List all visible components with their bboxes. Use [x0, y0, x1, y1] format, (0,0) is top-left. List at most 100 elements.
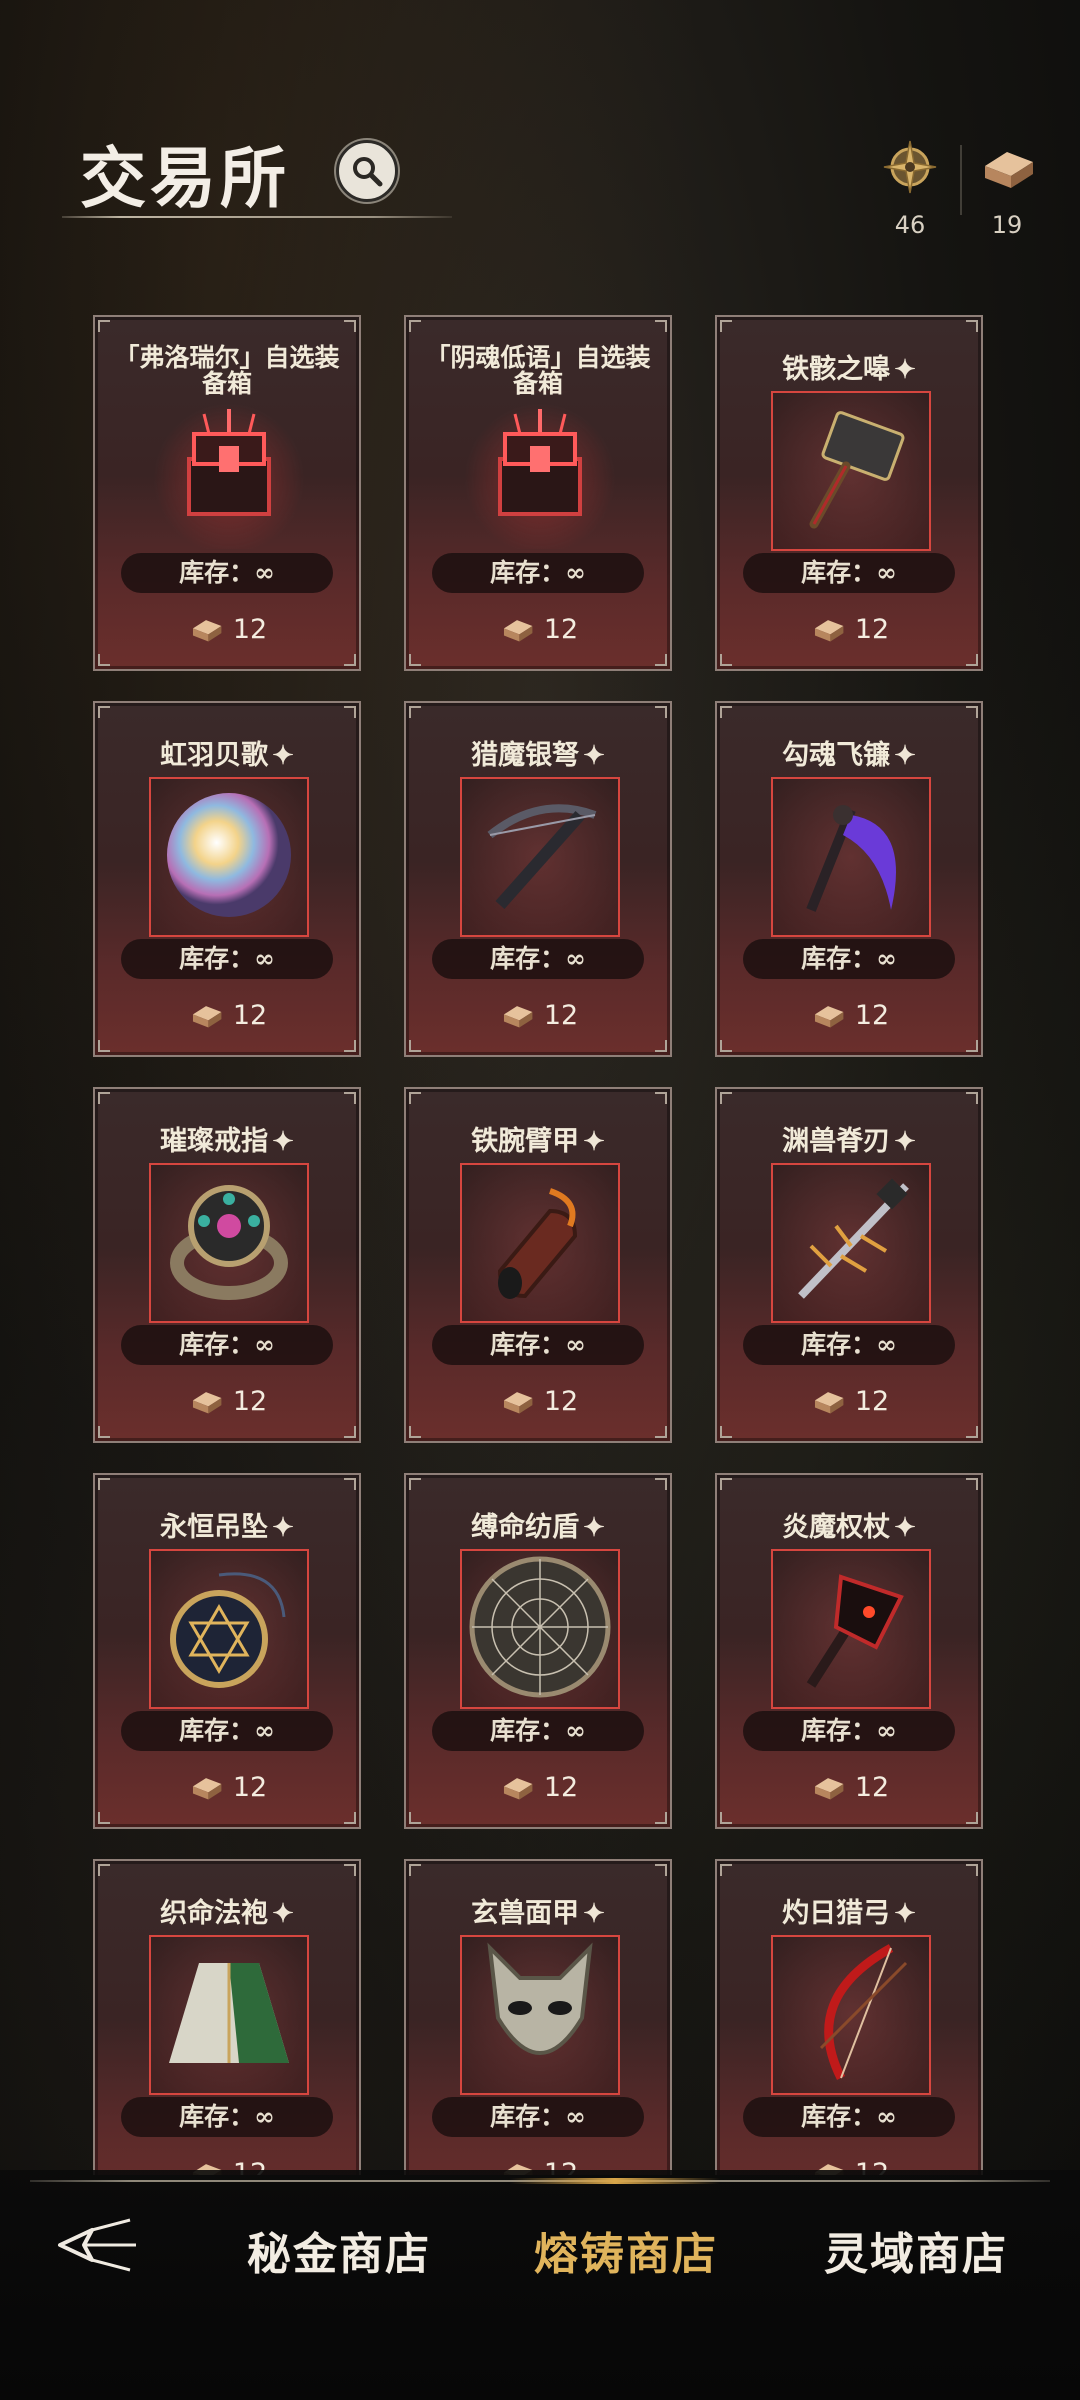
card-corner: [409, 1040, 421, 1052]
shop-item-card[interactable]: 铁腕臂甲 ✦ 库存：∞ 12: [404, 1087, 672, 1443]
bronze-ingot-icon: [503, 1778, 533, 1800]
card-corner: [344, 320, 356, 332]
search-icon: [353, 157, 383, 187]
sparkle-icon: ✦: [272, 1899, 294, 1929]
tab-rongzhu-shop[interactable]: 熔铸商店: [534, 2218, 718, 2282]
item-stock: 库存：∞: [121, 1711, 333, 1751]
shop-item-card[interactable]: 「弗洛瑞尔」自选装备箱 库存：∞ 12: [93, 315, 361, 671]
tab-mijin-shop[interactable]: 秘金商店: [247, 2218, 431, 2282]
item-image-frame: [771, 1163, 931, 1323]
item-name-text: 铁腕臂甲: [471, 1126, 580, 1157]
item-price: 12: [406, 613, 670, 645]
card-corner: [720, 654, 732, 666]
item-name-text: 虹羽贝歌: [160, 740, 269, 771]
bronze-ingot-icon: [814, 1778, 844, 1800]
card-corner: [98, 320, 110, 332]
card-corner: [344, 1478, 356, 1490]
card-corner: [98, 654, 110, 666]
item-stock: 库存：∞: [121, 939, 333, 979]
item-name: 「阴魂低语」自选装备箱: [406, 345, 670, 397]
currency-compass[interactable]: 46: [865, 135, 955, 239]
item-image-frame: [771, 777, 931, 937]
pendant-icon: [159, 1557, 299, 1701]
bronze-ingot-icon: [192, 1778, 222, 1800]
item-image-frame: [149, 1935, 309, 2095]
item-stock: 库存：∞: [743, 2097, 955, 2137]
card-corner: [720, 320, 732, 332]
item-price: 12: [95, 1771, 359, 1803]
tab-lingyu-shop[interactable]: 灵域商店: [824, 2218, 1008, 2282]
item-name-text: 永恒吊坠: [160, 1512, 269, 1543]
card-corner: [409, 654, 421, 666]
shop-item-card[interactable]: 铁骸之嗥 ✦ 库存：∞ 12: [715, 315, 983, 671]
shop-item-card[interactable]: 渊兽脊刃 ✦ 库存：∞ 12: [715, 1087, 983, 1443]
shop-item-card[interactable]: 永恒吊坠 ✦ 库存：∞ 12: [93, 1473, 361, 1829]
item-name-text: 缚命纺盾: [471, 1512, 580, 1543]
card-corner: [655, 1478, 667, 1490]
shop-item-card[interactable]: 缚命纺盾 ✦ 库存：∞ 12: [404, 1473, 672, 1829]
item-name-text: 「阴魂低语」自选装备箱: [425, 343, 651, 398]
active-tab-glow: [510, 2178, 720, 2184]
card-corner: [966, 706, 978, 718]
card-corner: [966, 1040, 978, 1052]
item-image-frame: [771, 1549, 931, 1709]
item-price: 12: [717, 999, 981, 1031]
card-corner: [966, 320, 978, 332]
card-corner: [98, 1478, 110, 1490]
card-corner: [720, 706, 732, 718]
item-price: 12: [717, 1771, 981, 1803]
card-corner: [344, 654, 356, 666]
item-stock: 库存：∞: [743, 1711, 955, 1751]
card-corner: [655, 1092, 667, 1104]
bracer-icon: [470, 1171, 610, 1315]
shop-item-card[interactable]: 勾魂飞镰 ✦ 库存：∞ 12: [715, 701, 983, 1057]
item-price: 12: [717, 613, 981, 645]
item-name: 缚命纺盾 ✦: [406, 1505, 670, 1544]
item-name: 虹羽贝歌 ✦: [95, 733, 359, 772]
bronze-ingot-icon: [503, 1392, 533, 1414]
shop-item-card[interactable]: 玄兽面甲 ✦ 库存：∞ 12: [404, 1859, 672, 2175]
web-shield-icon: [465, 1552, 615, 1706]
bronze-ingot-icon: [192, 1006, 222, 1028]
shop-item-card[interactable]: 虹羽贝歌 ✦ 库存：∞ 12: [93, 701, 361, 1057]
card-corner: [344, 1040, 356, 1052]
iridescent-orb-icon: [159, 785, 299, 929]
item-name-text: 勾魂飞镰: [782, 740, 891, 771]
jeweled-ring-icon: [159, 1171, 299, 1315]
war-hammer-icon: [786, 404, 916, 538]
search-button[interactable]: [336, 140, 398, 202]
sparkle-icon: ✦: [894, 1127, 916, 1157]
shop-item-card[interactable]: 「阴魂低语」自选装备箱 库存：∞ 12: [404, 315, 672, 671]
card-corner: [98, 1040, 110, 1052]
spine-blade-icon: [781, 1171, 921, 1315]
card-corner: [409, 1092, 421, 1104]
shop-item-card[interactable]: 猎魔银弩 ✦ 库存：∞ 12: [404, 701, 672, 1057]
item-price: 12: [95, 613, 359, 645]
currency-ingot[interactable]: 19: [962, 135, 1052, 239]
item-stock: 库存：∞: [743, 939, 955, 979]
back-button[interactable]: [52, 2210, 142, 2280]
shop-item-card[interactable]: 灼日猎弓 ✦ 库存：∞ 12: [715, 1859, 983, 2175]
item-price: 12: [95, 1385, 359, 1417]
card-corner: [966, 1092, 978, 1104]
item-name-text: 「弗洛瑞尔」自选装备箱: [114, 343, 340, 398]
card-corner: [344, 1864, 356, 1876]
currency-compass-value: 46: [894, 211, 926, 239]
item-price-value: 12: [543, 1771, 579, 1803]
shop-item-card[interactable]: 炎魔权杖 ✦ 库存：∞ 12: [715, 1473, 983, 1829]
item-name-text: 渊兽脊刃: [782, 1126, 891, 1157]
bronze-ingot-icon: [814, 620, 844, 642]
item-price-value: 12: [232, 613, 268, 645]
card-corner: [344, 1092, 356, 1104]
red-bow-icon: [781, 1938, 921, 2092]
sparkle-icon: ✦: [583, 1127, 605, 1157]
item-price-value: 12: [232, 1385, 268, 1417]
shop-item-card[interactable]: 织命法袍 ✦ 库存：∞ 12: [93, 1859, 361, 2175]
item-name: 铁骸之嗥 ✦: [717, 347, 981, 386]
item-image-frame: [149, 391, 309, 551]
page-title: 交易所: [80, 139, 290, 217]
card-corner: [344, 706, 356, 718]
card-corner: [966, 1426, 978, 1438]
card-corner: [409, 320, 421, 332]
shop-item-card[interactable]: 璀璨戒指 ✦ 库存：∞ 12: [93, 1087, 361, 1443]
